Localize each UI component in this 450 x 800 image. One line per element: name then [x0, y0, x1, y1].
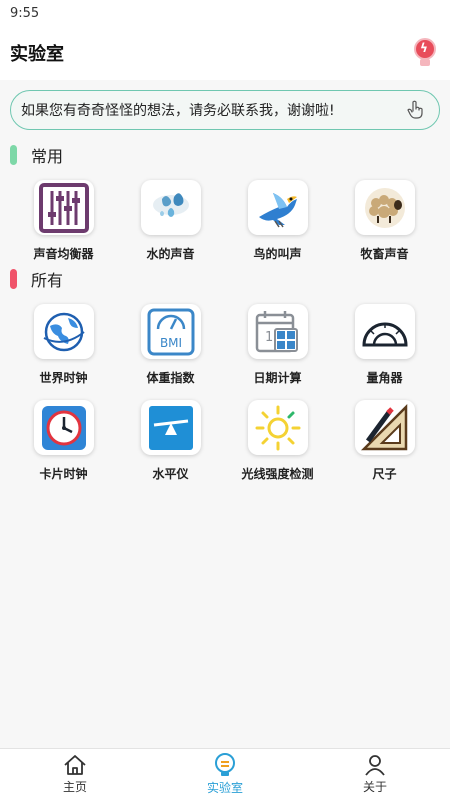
tool-label: 水平仪	[152, 467, 189, 481]
notice-banner[interactable]: 如果您有奇奇怪怪的想法，请务必联系我，谢谢啦!	[10, 90, 440, 130]
ruler-icon	[360, 403, 407, 450]
tool-label: 日期计算	[253, 371, 302, 385]
tool-label: 水的声音	[146, 247, 195, 261]
sun-icon	[255, 405, 300, 450]
bottom-tab-bar: 主页 实验室 关于	[0, 748, 450, 800]
level-icon	[148, 405, 193, 450]
tab-about[interactable]: 关于	[300, 749, 450, 800]
svg-text:BMI: BMI	[159, 336, 181, 350]
tool-label: 卡片时钟	[39, 467, 88, 481]
svg-text:1: 1	[265, 330, 273, 345]
calendar-calculator-icon: 1	[255, 310, 298, 352]
tool-label: 牧畜声音	[360, 247, 409, 261]
tool-card-clock[interactable]: 卡片时钟	[10, 386, 117, 482]
protractor-icon	[361, 322, 408, 346]
tool-date-calc[interactable]: 1 日期计算	[224, 290, 331, 386]
tab-home[interactable]: 主页	[0, 749, 150, 800]
status-bar: 9:55	[0, 0, 450, 26]
section-accent-bar	[10, 269, 17, 289]
tool-protractor[interactable]: 量角器	[331, 290, 438, 386]
tool-light-meter[interactable]: 光线强度检测	[224, 386, 331, 482]
section-header-common: 常用	[10, 144, 450, 166]
all-tools-grid: 世界时钟 BMI 体重指数 1 日期计算 量角器 卡片时钟 水平仪 光线强度检测…	[0, 290, 450, 482]
tool-level[interactable]: 水平仪	[117, 386, 224, 482]
hand-pointer-icon	[407, 100, 423, 119]
tool-label: 尺子	[372, 467, 397, 481]
bird-icon	[258, 192, 297, 227]
notice-text: 如果您有奇奇怪怪的想法，请务必联系我，谢谢啦!	[21, 103, 335, 119]
app-bar: 实验室 ϟ	[0, 26, 450, 80]
common-tools-grid: 声音均衡器 水的声音 鸟的叫声 牧畜声音	[0, 166, 450, 262]
bmi-scale-icon: BMI	[147, 308, 194, 355]
tool-label: 声音均衡器	[33, 247, 94, 261]
status-time: 9:55	[10, 5, 40, 21]
section-title: 常用	[31, 147, 64, 166]
person-icon	[365, 755, 385, 776]
tab-lab[interactable]: 实验室	[150, 749, 300, 800]
tab-label: 主页	[62, 780, 87, 794]
tool-livestock-sound[interactable]: 牧畜声音	[331, 166, 438, 262]
clock-icon	[41, 405, 86, 450]
sheep-icon	[364, 187, 405, 228]
tool-water-sound[interactable]: 水的声音	[117, 166, 224, 262]
section-title: 所有	[31, 271, 64, 290]
page-title: 实验室	[10, 44, 64, 65]
water-drops-icon	[152, 192, 189, 217]
tool-bird-sound[interactable]: 鸟的叫声	[224, 166, 331, 262]
home-icon	[64, 755, 86, 775]
section-header-all: 所有	[10, 268, 450, 290]
tool-label: 光线强度检测	[241, 467, 314, 481]
tool-label: 体重指数	[146, 371, 195, 385]
tool-ruler[interactable]: 尺子	[331, 386, 438, 482]
tool-world-clock[interactable]: 世界时钟	[10, 290, 117, 386]
equalizer-icon	[38, 182, 89, 233]
tab-label: 关于	[362, 780, 387, 794]
section-accent-bar	[10, 145, 17, 165]
lightbulb-icon[interactable]: ϟ	[414, 38, 436, 68]
tab-label: 实验室	[206, 781, 243, 795]
tool-label: 世界时钟	[39, 371, 88, 385]
tool-sound-equalizer[interactable]: 声音均衡器	[10, 166, 117, 262]
lab-bulb-icon	[215, 753, 235, 776]
globe-clock-icon	[43, 312, 85, 351]
tool-label: 鸟的叫声	[253, 247, 302, 261]
tool-label: 量角器	[366, 371, 403, 385]
tool-bmi[interactable]: BMI 体重指数	[117, 290, 224, 386]
